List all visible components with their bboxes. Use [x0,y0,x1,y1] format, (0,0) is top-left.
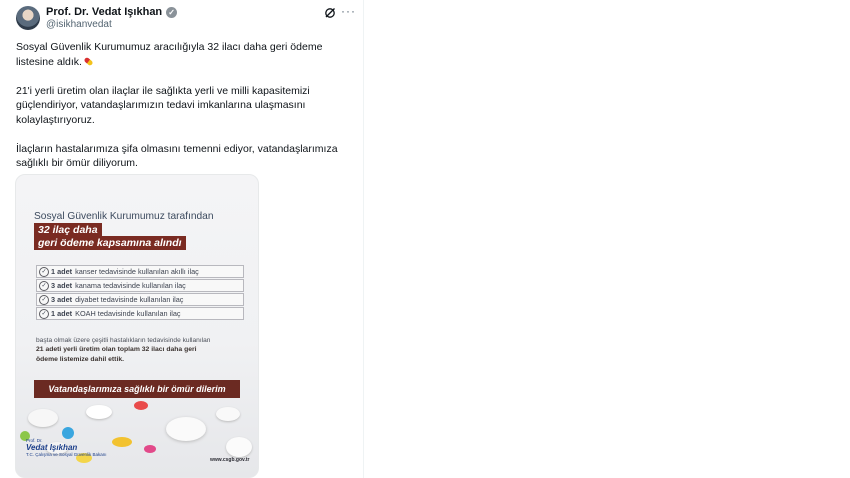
card-item: ✓ 1 adet KOAH tedavisinde kullanılan ila… [36,307,244,320]
grok-icon[interactable] [324,7,336,19]
check-icon: ✓ [39,280,49,291]
tweet-paragraph-3: İlaçların hastalarımıza şifa olmasını te… [16,142,338,170]
author-row: Prof. Dr. Vedat Işıkhan ✓ [46,6,178,19]
check-icon: ✓ [39,294,49,305]
tweet-paragraph-2: 21'i yerli üretim olan ilaçlar ile sağlı… [16,84,310,126]
logo-subtitle: T.C. Çalışma ve Sosyal Güvenlik Bakanı [26,452,107,457]
logo-name: Vedat Işıkhan [26,443,78,452]
avatar[interactable] [16,6,40,30]
card-highlight-line1: 32 ilaç daha [34,223,102,237]
card-banner: Vatandaşlarımıza sağlıklı bir ömür diler… [34,380,240,398]
tweet-text: Sosyal Güvenlik Kurumumuz aracılığıyla 3… [16,40,346,185]
author-handle[interactable]: @isikhanvedat [46,19,112,31]
card-heading: Sosyal Güvenlik Kurumumuz tarafından [34,211,214,222]
card-highlight-line2: geri ödeme kapsamına alındı [34,236,186,250]
verified-badge-icon[interactable]: ✓ [166,7,178,18]
card-paragraph-bold: 21 adeti yerli üretim olan toplam 32 ila… [36,346,197,363]
card-website: www.csgb.gov.tr [210,457,250,463]
pill-emoji-icon [83,56,94,67]
author-name[interactable]: Prof. Dr. Vedat Işıkhan [46,6,162,19]
tweet-image[interactable]: Sosyal Güvenlik Kurumumuz tarafından 32 … [15,174,259,478]
more-options-icon[interactable]: ··· [341,4,356,18]
card-item: ✓ 3 adet diyabet tedavisinde kullanılan … [36,293,244,306]
check-icon: ✓ [39,266,49,277]
card-item: ✓ 3 adet kanama tedavisinde kullanılan i… [36,279,244,292]
check-icon: ✓ [39,308,49,319]
tweet: Prof. Dr. Vedat Işıkhan ✓ @isikhanvedat … [0,0,364,478]
card-item: ✓ 1 adet kanser tedavisinde kullanılan a… [36,265,244,278]
pills-illustration [16,397,258,477]
tweet-paragraph-1: Sosyal Güvenlik Kurumumuz aracılığıyla 3… [16,41,323,68]
